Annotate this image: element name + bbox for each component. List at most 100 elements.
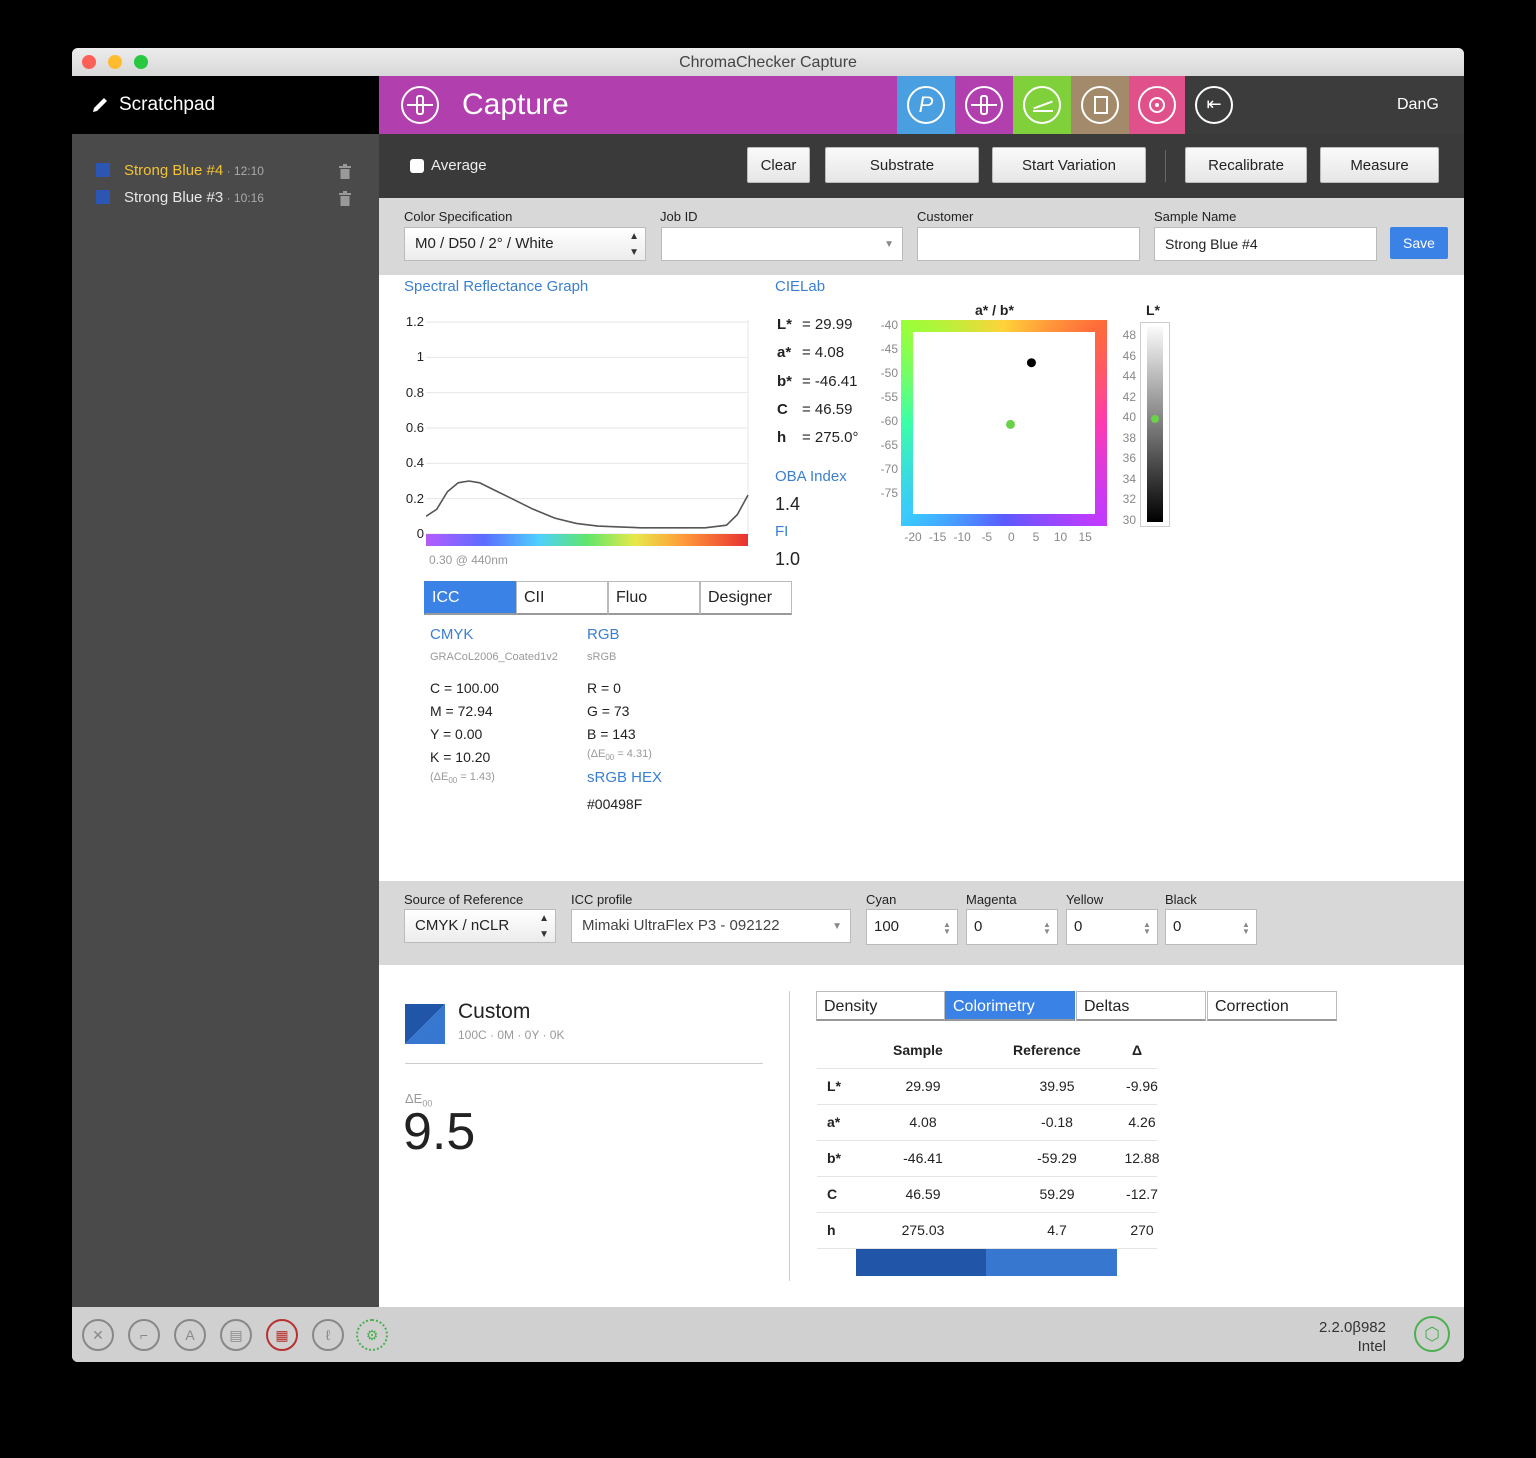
spectro-device-icon: [965, 86, 1003, 124]
sample-name-label: Sample Name: [1154, 209, 1237, 224]
mode-capture-button[interactable]: [955, 76, 1013, 134]
ab-y-tick: -75: [880, 485, 898, 500]
thermometer-icon[interactable]: ℓ: [312, 1319, 344, 1351]
trash-icon[interactable]: [338, 191, 352, 206]
ab-plot-title: a* / b*: [975, 302, 1014, 318]
table-cell: -0.18: [1041, 1114, 1073, 1130]
tab-fluo[interactable]: Fluo: [608, 581, 700, 615]
start-variation-button[interactable]: Start Variation: [992, 147, 1146, 183]
black-stepper[interactable]: 0 ▲ ▼: [1165, 909, 1257, 945]
sidebar-item-strong-blue-4[interactable]: Strong Blue #4 · 12:10: [96, 162, 264, 179]
magenta-stepper[interactable]: 0 ▲ ▼: [966, 909, 1058, 945]
clear-button[interactable]: Clear: [747, 147, 810, 183]
mode-scan-button[interactable]: [1013, 76, 1071, 134]
sample-point: [1026, 358, 1036, 368]
black-label: Black: [1165, 892, 1197, 907]
cmyk-k: K = 10.20: [430, 749, 491, 765]
yellow-stepper[interactable]: 0 ▲ ▼: [1066, 909, 1158, 945]
y-tick-label: 1: [416, 349, 424, 365]
measure-button[interactable]: Measure: [1320, 147, 1439, 183]
target-icon: [1138, 86, 1176, 124]
pencil-icon: [93, 98, 107, 112]
table-row: h 275.03 4.7 270: [817, 1212, 1157, 1249]
source-label: Source of Reference: [404, 892, 524, 907]
cielab-key: b*: [777, 372, 792, 390]
trash-icon[interactable]: [338, 164, 352, 179]
tab-designer[interactable]: Designer: [700, 581, 792, 615]
table-row: b* -46.41 -59.29 12.88: [817, 1140, 1160, 1177]
stepper-icon: ▲ ▼: [1143, 920, 1151, 936]
tab-cii[interactable]: CII: [516, 581, 608, 615]
ab-y-tick: -50: [880, 365, 898, 380]
l-tick: 30: [1122, 513, 1136, 527]
reference-bar: Source of Reference CMYK / nCLR ▲ ▼ ICC p…: [379, 881, 1464, 965]
ab-plot: [1005, 358, 1036, 429]
spectral-reflectance-chart: [426, 320, 749, 546]
table-cell: 39.95: [1039, 1078, 1075, 1094]
user-name[interactable]: DanG: [1397, 96, 1439, 114]
cmyk-c: C = 100.00: [430, 680, 499, 696]
tab-icc[interactable]: ICC: [424, 581, 516, 615]
average-label: Average: [431, 157, 487, 174]
tab-correction[interactable]: Correction: [1207, 991, 1337, 1021]
table-row: L* 29.99 39.95 -9.96: [817, 1068, 1158, 1105]
icc-profile-combobox[interactable]: Mimaki UltraFlex P3 - 092122 ▼: [571, 909, 851, 943]
chromachecker-logo-icon[interactable]: ⬡: [1414, 1316, 1450, 1352]
cielab-key: C: [777, 400, 788, 418]
tab-density[interactable]: Density: [816, 991, 945, 1021]
srgb-hex-title: sRGB HEX: [587, 769, 663, 786]
mode-document-button[interactable]: [1071, 76, 1129, 134]
sample-name-input[interactable]: Strong Blue #4: [1154, 227, 1377, 261]
cielab-key: a*: [777, 344, 792, 362]
l-bar-title: L*: [1146, 302, 1160, 318]
substrate-button[interactable]: Substrate: [825, 147, 979, 183]
color-spec-select[interactable]: M0 / D50 / 2° / White ▲ ▼: [404, 227, 646, 261]
job-id-combobox[interactable]: ▼: [661, 227, 903, 261]
cmyk-y: Y = 0.00: [430, 726, 483, 742]
customer-input[interactable]: [917, 227, 1140, 261]
rgb-g: G = 73: [587, 703, 630, 719]
table-cell: 275.03: [901, 1222, 945, 1238]
summary-divider: [405, 1063, 763, 1064]
specification-bar: Color Specification M0 / D50 / 2° / Whit…: [379, 198, 1464, 275]
sidebar-item-strong-blue-3[interactable]: Strong Blue #3 · 10:16: [96, 189, 264, 206]
cyan-stepper[interactable]: 100 ▲ ▼: [866, 909, 958, 945]
table-cell: 4.7: [1047, 1222, 1067, 1238]
fi-value: 1.0: [775, 549, 801, 569]
table-cell: -12.7: [1126, 1186, 1158, 1202]
rgb-r: R = 0: [587, 680, 621, 696]
cyan-label: Cyan: [866, 892, 897, 907]
tab-deltas[interactable]: Deltas: [1076, 991, 1206, 1021]
report-icon[interactable]: ▦: [266, 1319, 298, 1351]
delta-e-value: 9.5: [403, 1103, 476, 1161]
toolbar-divider: [1165, 150, 1166, 182]
vertical-divider: [789, 991, 790, 1281]
l-tick: 32: [1122, 492, 1136, 507]
rgb-title: RGB: [587, 626, 620, 643]
spray-gun-icon[interactable]: ⌐: [128, 1319, 160, 1351]
average-checkbox[interactable]: [410, 159, 424, 173]
app-window: ChromaChecker Capture Scratchpad Strong …: [72, 48, 1464, 1362]
cielab-value: = 275.0°: [802, 429, 859, 447]
cielab-value: = 46.59: [802, 400, 853, 418]
y-tick-label: 0.4: [405, 455, 424, 471]
save-button[interactable]: Save: [1390, 227, 1448, 259]
tools-icon[interactable]: ✕: [82, 1319, 114, 1351]
source-select[interactable]: CMYK / nCLR ▲ ▼: [404, 909, 556, 943]
sync-device-icon[interactable]: ⚙: [356, 1319, 388, 1351]
printer-icon[interactable]: ▤: [220, 1319, 252, 1351]
mode-target-button[interactable]: [1129, 76, 1185, 134]
status-bar: ✕ ⌐ A ▤ ▦ ℓ ⚙ 2.2.0β982 Intel ⬡: [72, 1307, 1464, 1362]
fi-title: FI: [775, 523, 789, 540]
job-id-label: Job ID: [660, 209, 698, 224]
tab-colorimetry[interactable]: Colorimetry: [945, 991, 1075, 1021]
custom-name: Custom: [458, 1000, 531, 1023]
logout-icon[interactable]: ⇤: [1195, 86, 1233, 124]
scratchpad-header[interactable]: Scratchpad: [72, 76, 379, 134]
scratchpad-sidebar: Scratchpad Strong Blue #4 · 12:10 Strong…: [72, 76, 379, 1307]
cmyk-m: M = 72.94: [430, 703, 493, 719]
architecture: Intel: [1357, 1338, 1386, 1355]
scan-ab-icon[interactable]: A: [174, 1319, 206, 1351]
recalibrate-button[interactable]: Recalibrate: [1185, 147, 1307, 183]
mode-p-button[interactable]: P: [897, 76, 955, 134]
